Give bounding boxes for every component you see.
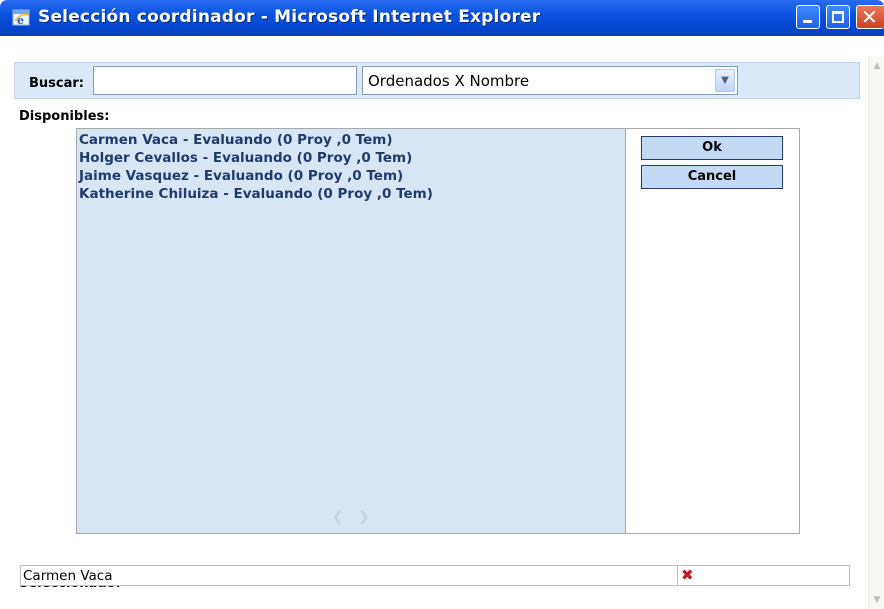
cancel-button[interactable]: Cancel xyxy=(641,165,783,189)
maximize-icon xyxy=(832,11,844,23)
chevron-right-icon[interactable]: ❯ xyxy=(358,509,370,525)
selection-panel: Carmen Vaca - Evaluando (0 Proy ,0 Tem) … xyxy=(76,128,800,534)
available-label: Disponibles: xyxy=(19,109,110,124)
list-item[interactable]: Jaime Vasquez - Evaluando (0 Proy ,0 Tem… xyxy=(79,168,403,184)
sort-select-value: Ordenados X Nombre xyxy=(368,72,530,90)
selected-row: Carmen Vaca ✖ xyxy=(20,565,850,586)
scroll-up-icon[interactable]: ▲ xyxy=(870,59,884,73)
search-input[interactable] xyxy=(93,66,357,95)
window-title: Selección coordinador - Microsoft Intern… xyxy=(38,7,541,27)
close-button[interactable]: ✕ xyxy=(856,5,884,29)
list-item[interactable]: Holger Cevallos - Evaluando (0 Proy ,0 T… xyxy=(79,150,412,166)
selected-name: Carmen Vaca xyxy=(23,568,113,584)
search-label: Buscar: xyxy=(29,76,84,91)
vertical-scrollbar[interactable]: ▲ ▼ xyxy=(868,56,884,609)
title-bar[interactable]: e Selección coordinador - Microsoft Inte… xyxy=(0,0,884,36)
minimize-button[interactable] xyxy=(796,5,820,29)
remove-icon[interactable]: ✖ xyxy=(681,566,694,585)
ok-button[interactable]: Ok xyxy=(641,136,783,160)
scroll-down-icon[interactable]: ▼ xyxy=(870,593,884,607)
divider xyxy=(677,566,678,585)
search-bar: Buscar: Ordenados X Nombre ▼ xyxy=(14,62,860,99)
browser-window: e Selección coordinador - Microsoft Inte… xyxy=(0,0,884,609)
list-item[interactable]: Katherine Chiluiza - Evaluando (0 Proy ,… xyxy=(79,186,433,202)
sort-select[interactable]: Ordenados X Nombre ▼ xyxy=(362,66,738,95)
list-item[interactable]: Carmen Vaca - Evaluando (0 Proy ,0 Tem) xyxy=(79,132,393,148)
available-list[interactable]: Carmen Vaca - Evaluando (0 Proy ,0 Tem) … xyxy=(77,129,626,533)
chevron-left-icon[interactable]: ❮ xyxy=(332,509,344,525)
ie-icon: e xyxy=(12,9,30,27)
close-icon: ✕ xyxy=(861,5,878,29)
chevron-down-icon[interactable]: ▼ xyxy=(715,69,735,92)
maximize-button[interactable] xyxy=(826,5,850,29)
minimize-icon xyxy=(803,20,812,23)
list-pager: ❮ ❯ xyxy=(332,509,383,525)
